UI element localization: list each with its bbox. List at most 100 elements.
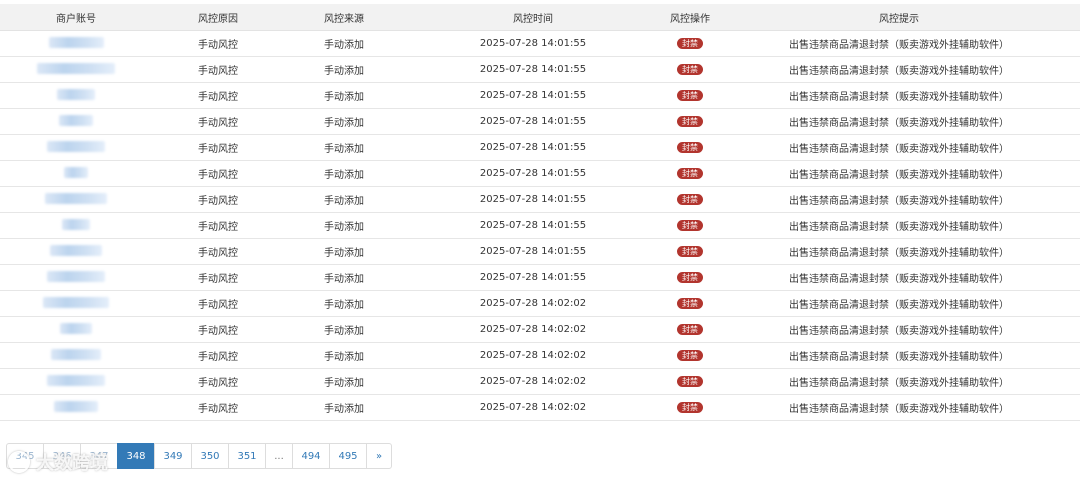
- ban-badge[interactable]: 封禁: [677, 142, 703, 153]
- cell-time: 2025-07-28 14:01:55: [404, 238, 662, 265]
- cell-account: [0, 238, 152, 265]
- table-row: 手动风控 手动添加 2025-07-28 14:02:02 封禁 出售违禁商品清退封禁（…: [0, 394, 1080, 421]
- ban-badge[interactable]: 封禁: [677, 220, 703, 231]
- cell-source: 手动添加: [284, 238, 404, 265]
- table-row: 手动风控 手动添加 2025-07-28 14:01:55 封禁 出售违禁商品清退封禁（…: [0, 82, 1080, 109]
- cell-source: 手动添加: [284, 368, 404, 395]
- table-row: 手动风控 手动添加 2025-07-28 14:01:55 封禁 出售违禁商品清退封禁（…: [0, 238, 1080, 265]
- cell-account: [0, 264, 152, 291]
- ban-badge[interactable]: 封禁: [677, 272, 703, 283]
- cell-operation: 封禁: [662, 108, 718, 135]
- cell-reason: 手动风控: [152, 342, 284, 369]
- table-row: 手动风控 手动添加 2025-07-28 14:01:55 封禁 出售违禁商品清退封禁（…: [0, 56, 1080, 83]
- cell-time: 2025-07-28 14:02:02: [404, 290, 662, 317]
- cell-reason: 手动风控: [152, 186, 284, 213]
- risk-control-page: 商户账号 风控原因 风控来源 风控时间 风控操作 风控提示 手动风控 手动添加 20…: [0, 0, 1080, 485]
- table-body: 手动风控 手动添加 2025-07-28 14:01:55 封禁 出售违禁商品清退封禁（…: [0, 30, 1080, 421]
- page-link-350[interactable]: 350: [191, 443, 229, 469]
- ban-badge[interactable]: 封禁: [677, 38, 703, 49]
- page-link-495[interactable]: 495: [329, 443, 367, 469]
- ban-badge[interactable]: 封禁: [677, 90, 703, 101]
- cell-operation: 封禁: [662, 394, 718, 421]
- redacted-account: [60, 322, 92, 334]
- cell-tip: 出售违禁商品清退封禁（贩卖游戏外挂辅助软件）: [718, 30, 1080, 57]
- cell-source: 手动添加: [284, 290, 404, 317]
- ban-badge[interactable]: 封禁: [677, 64, 703, 75]
- cell-reason: 手动风控: [152, 368, 284, 395]
- page-link-351[interactable]: 351: [228, 443, 266, 469]
- cell-operation: 封禁: [662, 56, 718, 83]
- header-source: 风控来源: [284, 4, 404, 31]
- ban-badge[interactable]: 封禁: [677, 376, 703, 387]
- cell-source: 手动添加: [284, 108, 404, 135]
- cell-tip: 出售违禁商品清退封禁（贩卖游戏外挂辅助软件）: [718, 394, 1080, 421]
- cell-source: 手动添加: [284, 342, 404, 369]
- cell-time: 2025-07-28 14:01:55: [404, 264, 662, 291]
- pagination-ellipsis: ...: [265, 443, 293, 469]
- cell-source: 手动添加: [284, 134, 404, 161]
- cell-reason: 手动风控: [152, 394, 284, 421]
- cell-reason: 手动风控: [152, 56, 284, 83]
- cell-tip: 出售违禁商品清退封禁（贩卖游戏外挂辅助软件）: [718, 342, 1080, 369]
- cell-tip: 出售违禁商品清退封禁（贩卖游戏外挂辅助软件）: [718, 212, 1080, 239]
- page-link-345[interactable]: 345: [6, 443, 44, 469]
- table-row: 手动风控 手动添加 2025-07-28 14:01:55 封禁 出售违禁商品清退封禁（…: [0, 264, 1080, 291]
- cell-time: 2025-07-28 14:02:02: [404, 342, 662, 369]
- table-row: 手动风控 手动添加 2025-07-28 14:01:55 封禁 出售违禁商品清退封禁（…: [0, 212, 1080, 239]
- cell-account: [0, 186, 152, 213]
- cell-tip: 出售违禁商品清退封禁（贩卖游戏外挂辅助软件）: [718, 108, 1080, 135]
- cell-account: [0, 56, 152, 83]
- table-row: 手动风控 手动添加 2025-07-28 14:01:55 封禁 出售违禁商品清退封禁（…: [0, 30, 1080, 57]
- page-link-349[interactable]: 349: [154, 443, 192, 469]
- cell-operation: 封禁: [662, 290, 718, 317]
- page-link-346[interactable]: 346: [43, 443, 81, 469]
- page-link-348[interactable]: 348: [117, 443, 155, 469]
- page-link-347[interactable]: 347: [80, 443, 118, 469]
- cell-time: 2025-07-28 14:01:55: [404, 160, 662, 187]
- cell-account: [0, 160, 152, 187]
- redacted-account: [57, 88, 95, 100]
- table-row: 手动风控 手动添加 2025-07-28 14:01:55 封禁 出售违禁商品清退封禁（…: [0, 134, 1080, 161]
- redacted-account: [48, 36, 104, 48]
- cell-time: 2025-07-28 14:02:02: [404, 394, 662, 421]
- ban-badge[interactable]: 封禁: [677, 116, 703, 127]
- cell-account: [0, 342, 152, 369]
- cell-tip: 出售违禁商品清退封禁（贩卖游戏外挂辅助软件）: [718, 290, 1080, 317]
- ban-badge[interactable]: 封禁: [677, 324, 703, 335]
- cell-account: [0, 108, 152, 135]
- cell-account: [0, 134, 152, 161]
- cell-tip: 出售违禁商品清退封禁（贩卖游戏外挂辅助软件）: [718, 264, 1080, 291]
- cell-tip: 出售违禁商品清退封禁（贩卖游戏外挂辅助软件）: [718, 82, 1080, 109]
- cell-reason: 手动风控: [152, 316, 284, 343]
- page-link-494[interactable]: 494: [292, 443, 330, 469]
- cell-time: 2025-07-28 14:01:55: [404, 30, 662, 57]
- cell-operation: 封禁: [662, 186, 718, 213]
- cell-time: 2025-07-28 14:01:55: [404, 186, 662, 213]
- redacted-account: [37, 62, 115, 74]
- header-time: 风控时间: [404, 4, 662, 31]
- cell-operation: 封禁: [662, 134, 718, 161]
- cell-source: 手动添加: [284, 160, 404, 187]
- cell-account: [0, 394, 152, 421]
- table-row: 手动风控 手动添加 2025-07-28 14:01:55 封禁 出售违禁商品清退封禁（…: [0, 108, 1080, 135]
- ban-badge[interactable]: 封禁: [677, 350, 703, 361]
- ban-badge[interactable]: 封禁: [677, 298, 703, 309]
- ban-badge[interactable]: 封禁: [677, 194, 703, 205]
- cell-time: 2025-07-28 14:01:55: [404, 212, 662, 239]
- pagination: 345 346 347 348 349 350 351... 494 495»: [6, 443, 392, 469]
- ban-badge[interactable]: 封禁: [677, 168, 703, 179]
- cell-reason: 手动风控: [152, 238, 284, 265]
- cell-account: [0, 82, 152, 109]
- cell-operation: 封禁: [662, 82, 718, 109]
- ban-badge[interactable]: 封禁: [677, 402, 703, 413]
- ban-badge[interactable]: 封禁: [677, 246, 703, 257]
- next-page-button[interactable]: »: [366, 443, 392, 469]
- cell-time: 2025-07-28 14:02:02: [404, 368, 662, 395]
- cell-time: 2025-07-28 14:01:55: [404, 82, 662, 109]
- cell-account: [0, 368, 152, 395]
- cell-source: 手动添加: [284, 186, 404, 213]
- cell-reason: 手动风控: [152, 290, 284, 317]
- cell-reason: 手动风控: [152, 212, 284, 239]
- table-row: 手动风控 手动添加 2025-07-28 14:02:02 封禁 出售违禁商品清退封禁（…: [0, 368, 1080, 395]
- cell-reason: 手动风控: [152, 134, 284, 161]
